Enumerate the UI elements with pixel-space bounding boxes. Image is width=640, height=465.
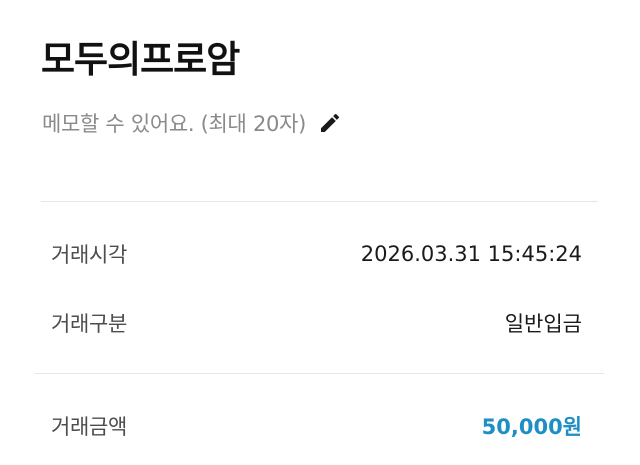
detail-row-type: 거래구분 일반입금 xyxy=(51,306,582,340)
page-title: 모두의프로암 xyxy=(41,38,240,81)
detail-value: 2026.03.31 15:45:24 xyxy=(360,242,582,266)
detail-value: 일반입금 xyxy=(504,312,582,336)
detail-row-time: 거래시각 2026.03.31 15:45:24 xyxy=(51,237,582,271)
amount-value: 50,000원 xyxy=(481,415,582,439)
detail-label: 거래구분 xyxy=(51,312,128,336)
detail-label: 거래시각 xyxy=(51,243,128,267)
detail-row-amount: 거래금액 50,000원 xyxy=(51,409,582,443)
divider xyxy=(41,201,598,202)
memo-placeholder: 메모할 수 있어요. (최대 20자) xyxy=(42,112,306,136)
pencil-icon[interactable] xyxy=(318,111,342,135)
memo-edit-button[interactable]: 메모할 수 있어요. (최대 20자) xyxy=(42,108,342,138)
divider xyxy=(35,373,604,374)
detail-label: 거래금액 xyxy=(51,415,128,439)
